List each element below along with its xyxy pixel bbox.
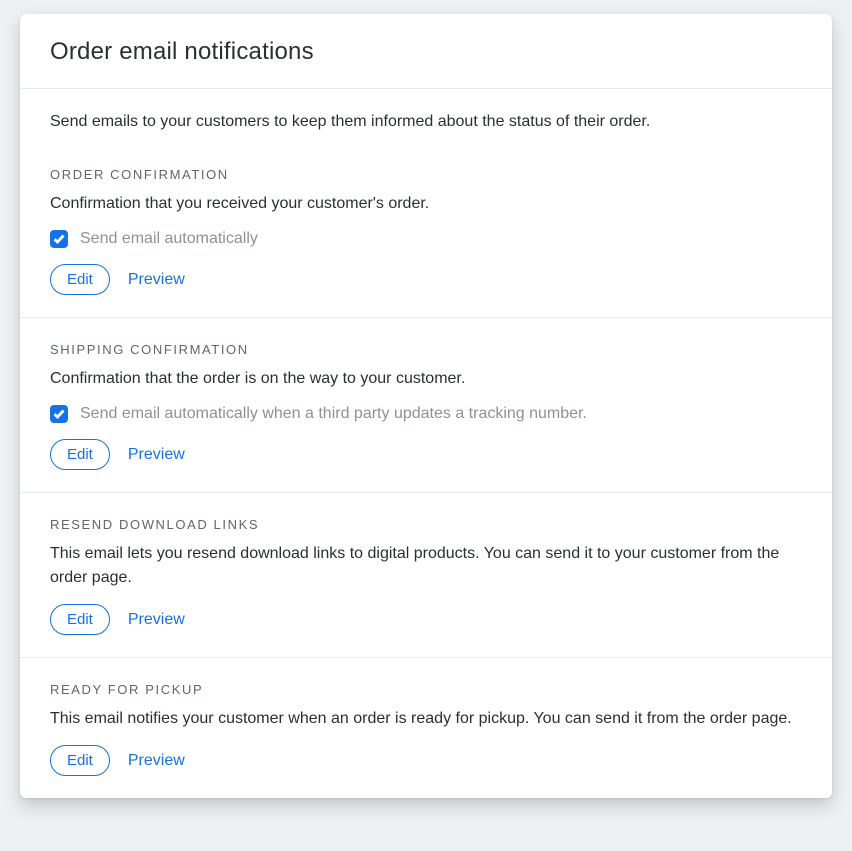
actions-resend-download-links: Edit Preview (50, 604, 802, 635)
section-desc-shipping-confirmation: Confirmation that the order is on the wa… (50, 367, 802, 391)
preview-link-resend-download-links[interactable]: Preview (128, 611, 185, 629)
preview-link-order-confirmation[interactable]: Preview (128, 271, 185, 289)
actions-order-confirmation: Edit Preview (50, 264, 802, 295)
section-shipping-confirmation: SHIPPING CONFIRMATION Confirmation that … (20, 318, 832, 493)
preview-link-ready-for-pickup[interactable]: Preview (128, 752, 185, 770)
page-title: Order email notifications (50, 38, 802, 66)
checkbox-send-email-auto[interactable] (50, 230, 68, 248)
section-heading-ready-for-pickup: READY FOR PICKUP (50, 682, 802, 697)
check-icon (53, 408, 65, 420)
edit-button-resend-download-links[interactable]: Edit (50, 604, 110, 635)
checkbox-row-shipping-confirmation: Send email automatically when a third pa… (50, 405, 802, 423)
card-header: Order email notifications (20, 14, 832, 89)
section-desc-ready-for-pickup: This email notifies your customer when a… (50, 707, 802, 731)
section-order-confirmation: ORDER CONFIRMATION Confirmation that you… (20, 143, 832, 318)
section-heading-order-confirmation: ORDER CONFIRMATION (50, 167, 802, 182)
settings-card: Order email notifications Send emails to… (20, 14, 832, 798)
check-icon (53, 233, 65, 245)
section-desc-order-confirmation: Confirmation that you received your cust… (50, 192, 802, 216)
actions-shipping-confirmation: Edit Preview (50, 439, 802, 470)
edit-button-shipping-confirmation[interactable]: Edit (50, 439, 110, 470)
actions-ready-for-pickup: Edit Preview (50, 745, 802, 776)
preview-link-shipping-confirmation[interactable]: Preview (128, 446, 185, 464)
checkbox-label-order-confirmation: Send email automatically (80, 230, 258, 248)
checkbox-row-order-confirmation: Send email automatically (50, 230, 802, 248)
edit-button-order-confirmation[interactable]: Edit (50, 264, 110, 295)
section-desc-resend-download-links: This email lets you resend download link… (50, 542, 802, 590)
checkbox-send-email-auto-tracking[interactable] (50, 405, 68, 423)
edit-button-ready-for-pickup[interactable]: Edit (50, 745, 110, 776)
section-heading-shipping-confirmation: SHIPPING CONFIRMATION (50, 342, 802, 357)
section-resend-download-links: RESEND DOWNLOAD LINKS This email lets yo… (20, 493, 832, 658)
checkbox-label-shipping-confirmation: Send email automatically when a third pa… (80, 405, 587, 423)
section-ready-for-pickup: READY FOR PICKUP This email notifies you… (20, 658, 832, 798)
section-heading-resend-download-links: RESEND DOWNLOAD LINKS (50, 517, 802, 532)
page-intro: Send emails to your customers to keep th… (20, 89, 832, 143)
